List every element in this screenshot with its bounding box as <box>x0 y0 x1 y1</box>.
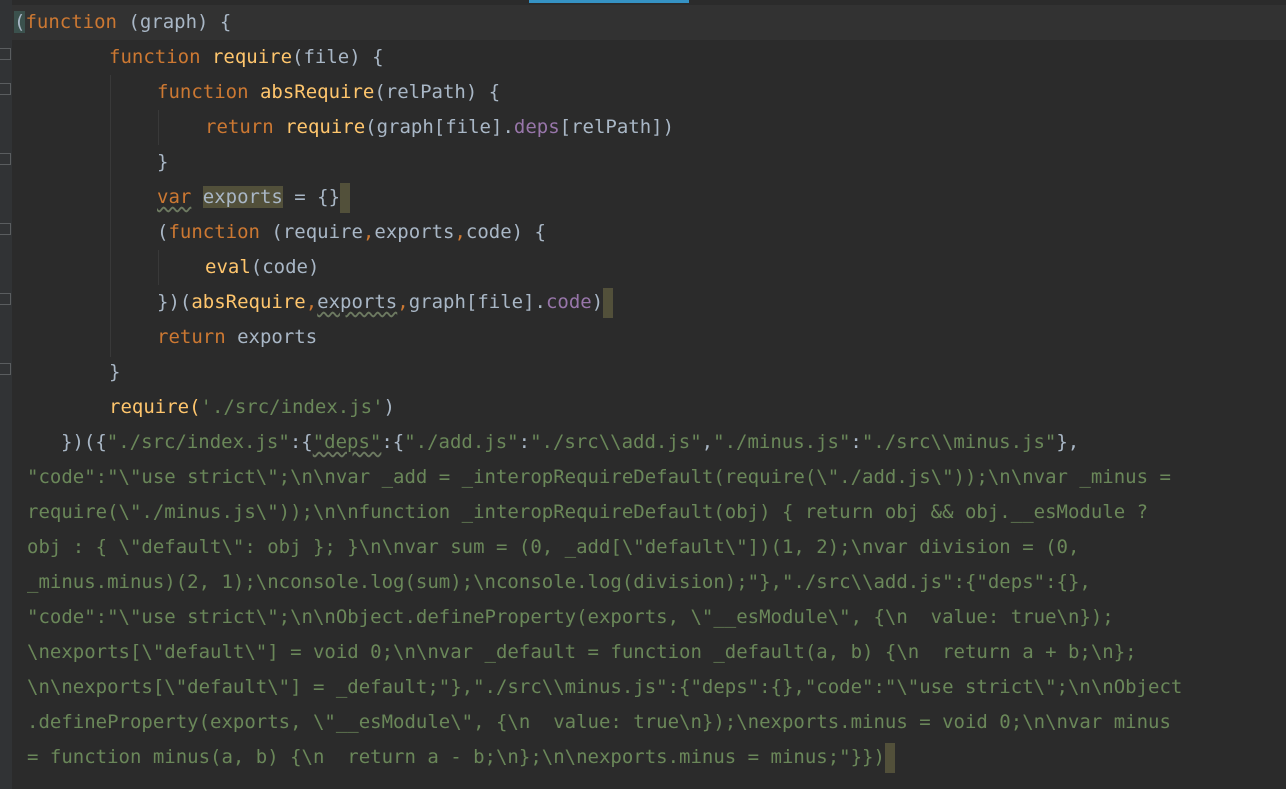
code-token: "code":"\"use strict\";\n\nvar _add = _i… <box>27 466 1171 488</box>
code-token: exports <box>317 291 398 313</box>
code-line-12[interactable]: require('./src/index.js') <box>0 390 1286 425</box>
code-token: var <box>157 186 192 208</box>
code-line-13[interactable]: })({"./src/index.js":{"deps":{"./add.js"… <box>0 425 1286 460</box>
code-line-19[interactable]: \nexports[\"default\"] = void 0;\n\nvar … <box>0 635 1286 670</box>
code-token: ( <box>14 11 26 33</box>
code-token: "./minus.js" <box>713 431 851 453</box>
code-token: , <box>454 221 466 243</box>
code-line-9[interactable]: })(absRequire,exports,graph[file].code) <box>0 285 1286 320</box>
code-token: return <box>205 116 274 138</box>
code-token: , <box>701 431 714 453</box>
code-token: code) { <box>465 221 546 243</box>
code-token: function <box>25 11 117 33</box>
code-line-14[interactable]: "code":"\"use strict\";\n\nvar _add = _i… <box>0 460 1286 495</box>
code-token: code <box>545 291 592 313</box>
code-token: } <box>157 151 169 173</box>
code-line-8[interactable]: eval(code) <box>0 250 1286 285</box>
code-token: graph[file]. <box>408 291 546 313</box>
code-token: eval <box>205 256 251 278</box>
code-line-5[interactable]: } <box>0 145 1286 180</box>
code-token: function <box>157 81 249 103</box>
code-line-15[interactable]: require(\"./minus.js\"));\n\nfunction _i… <box>0 495 1286 530</box>
code-line-2[interactable]: function require(file) { <box>0 40 1286 75</box>
code-line-16[interactable]: obj : { \"default\": obj }; }\n\nvar sum… <box>0 530 1286 565</box>
code-token: ({ <box>83 431 107 453</box>
code-token: .defineProperty(exports, \"__esModule\",… <box>27 711 1171 733</box>
code-token: "./src\\minus.js" <box>861 431 1057 453</box>
code-token: = {} <box>282 186 341 208</box>
code-token: function <box>168 221 260 243</box>
code-token: [relPath]) <box>559 116 675 138</box>
text-caret <box>603 287 614 318</box>
code-token: absRequire <box>259 81 375 103</box>
code-token: , <box>305 291 318 313</box>
code-line-6[interactable]: var exports = {} <box>0 180 1286 215</box>
code-token: return <box>157 326 226 348</box>
code-token: , <box>397 291 409 313</box>
code-token: _minus.minus)(2, 1);\nconsole.log(sum);\… <box>27 571 1091 593</box>
code-token: require( <box>109 396 201 418</box>
code-token: exports <box>202 186 283 208</box>
code-token: }) <box>61 431 84 453</box>
code-token: absRequire <box>191 291 306 313</box>
code-token: ) <box>383 396 395 418</box>
code-token: (require <box>259 221 363 243</box>
code-token: "./src\\add.js" <box>530 431 702 453</box>
code-line-20[interactable]: \n\nexports[\"default\"] = _default;"},"… <box>0 670 1286 705</box>
code-token: require <box>285 116 366 138</box>
code-token: (file) { <box>292 46 384 68</box>
code-token: './src/index.js' <box>200 396 384 418</box>
code-line-4[interactable]: return require(graph[file].deps[relPath]… <box>0 110 1286 145</box>
code-token: })( <box>157 291 192 313</box>
code-token: = function minus(a, b) {\n return a - b;… <box>27 746 885 768</box>
code-token: } <box>109 361 121 383</box>
code-token: : <box>518 431 531 453</box>
code-token: exports <box>374 221 455 243</box>
text-caret <box>884 742 895 773</box>
code-token: \n\nexports[\"default\"] = _default;"},"… <box>27 676 1183 698</box>
code-line-7[interactable]: (function (require,exports,code) { <box>0 215 1286 250</box>
code-token: :{ <box>381 431 405 453</box>
code-line-21[interactable]: .defineProperty(exports, \"__esModule\",… <box>0 705 1286 740</box>
code-line-11[interactable]: } <box>0 355 1286 390</box>
active-tab-indicator <box>529 0 689 3</box>
code-token: exports <box>225 326 318 348</box>
code-token: \nexports[\"default\"] = void 0;\n\nvar … <box>27 641 1137 663</box>
code-token: "./src/index.js" <box>106 431 290 453</box>
code-token: function <box>109 46 201 68</box>
code-token: deps <box>513 116 560 138</box>
code-token: (graph[file]. <box>365 116 514 138</box>
code-line-3[interactable]: function absRequire(relPath) { <box>0 75 1286 110</box>
code-token: (relPath) { <box>374 81 501 103</box>
text-caret <box>340 182 351 213</box>
code-editor[interactable]: (function (graph) { function require(fil… <box>0 0 1286 789</box>
code-line-1[interactable]: (function (graph) { <box>12 5 1286 40</box>
code-token: , <box>362 221 375 243</box>
code-token: require <box>211 46 293 68</box>
code-line-10[interactable]: return exports <box>0 320 1286 355</box>
code-token: (graph) { <box>116 11 232 33</box>
code-token: : <box>850 431 862 453</box>
code-line-22[interactable]: = function minus(a, b) {\n return a - b;… <box>0 740 1286 775</box>
code-token: "code":"\"use strict\";\n\nObject.define… <box>27 606 1114 628</box>
code-token: require(\"./minus.js\"));\n\nfunction _i… <box>27 501 1149 523</box>
code-token: ( <box>157 221 169 243</box>
code-token: obj : { \"default\": obj }; }\n\nvar sum… <box>27 536 1080 558</box>
code-token: }, <box>1056 431 1080 453</box>
code-token: (code) <box>250 256 320 278</box>
code-token: "deps" <box>312 431 382 453</box>
code-line-18[interactable]: "code":"\"use strict\";\n\nObject.define… <box>0 600 1286 635</box>
code-token: "./add.js" <box>404 431 519 453</box>
code-line-17[interactable]: _minus.minus)(2, 1);\nconsole.log(sum);\… <box>0 565 1286 600</box>
code-token: ) <box>591 291 604 313</box>
code-token: :{ <box>289 431 313 453</box>
